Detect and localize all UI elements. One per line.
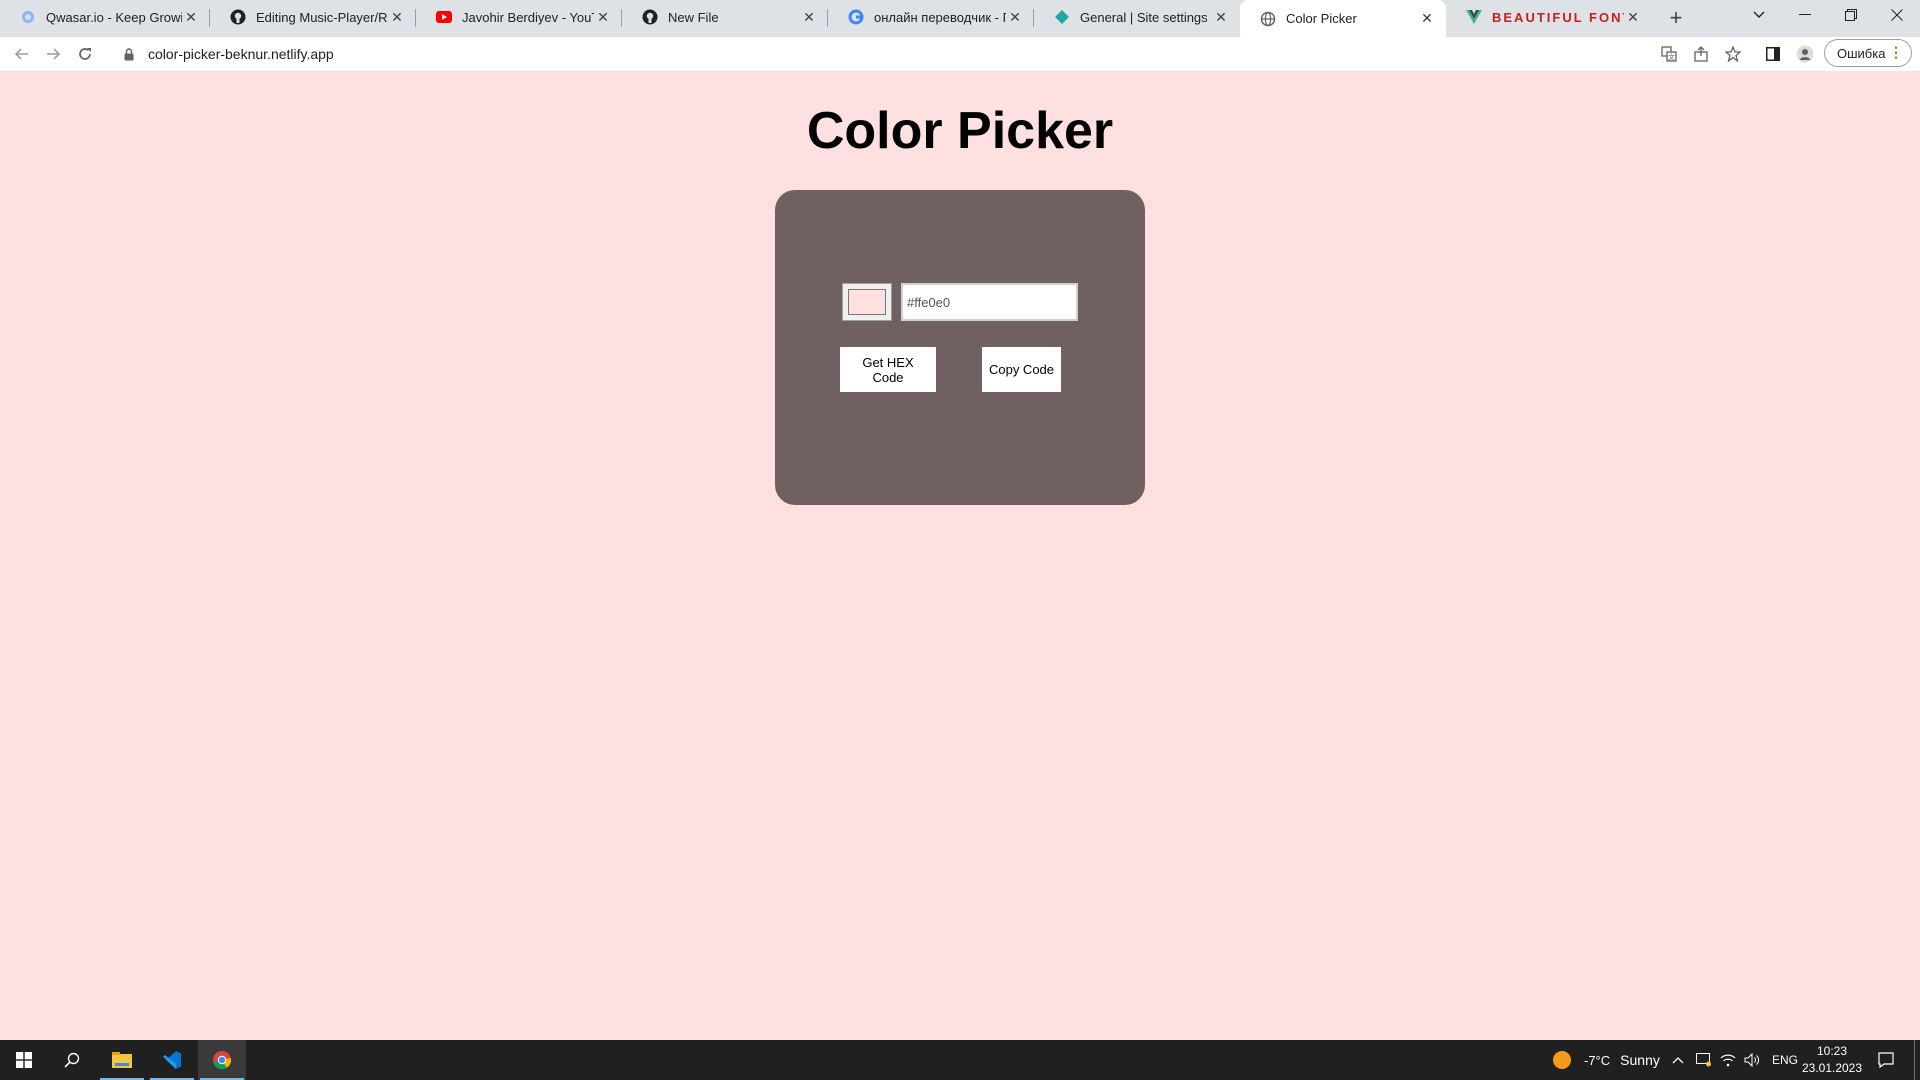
tab-color-picker[interactable]: Color Picker ✕ [1240, 0, 1446, 37]
close-icon[interactable]: ✕ [1006, 9, 1024, 26]
taskbar: -7°C Sunny ENG 10:23 23.01.2023 [0, 1040, 1920, 1080]
new-tab-button[interactable]: + [1662, 4, 1690, 32]
folder-icon [112, 1052, 132, 1068]
file-explorer-button[interactable] [98, 1040, 146, 1080]
copy-code-button[interactable]: Copy Code [982, 347, 1061, 392]
search-icon [64, 1052, 80, 1068]
reload-icon [79, 48, 91, 60]
restore-button[interactable] [1828, 0, 1874, 30]
arrow-right-icon [47, 48, 61, 60]
wifi-icon[interactable] [1720, 1040, 1736, 1080]
vscode-button[interactable] [148, 1040, 196, 1080]
github-icon [230, 9, 246, 25]
color-swatch [848, 289, 886, 315]
side-panel-icon[interactable] [1762, 43, 1784, 65]
tab-title: Color Picker [1286, 11, 1357, 26]
meet-now-icon[interactable] [1696, 1040, 1712, 1080]
minimize-icon [1799, 14, 1811, 15]
globe-icon [1260, 11, 1276, 27]
forward-button[interactable] [41, 42, 65, 66]
tab-beautiful-fonts[interactable]: BEAUTIFUL FONTS ✕ [1446, 0, 1652, 34]
weather-widget[interactable]: -7°C Sunny [1552, 1040, 1660, 1080]
volume-icon[interactable] [1744, 1040, 1760, 1080]
translate-icon[interactable]: 文 [1658, 43, 1680, 65]
more-vert-icon: ⋮ [1889, 44, 1903, 60]
close-window-button[interactable] [1874, 0, 1920, 30]
clock-time: 10:23 [1816, 1044, 1848, 1058]
start-button[interactable] [0, 1040, 48, 1080]
windows-icon [16, 1052, 32, 1068]
input-language[interactable]: ENG [1772, 1040, 1798, 1080]
back-button[interactable] [10, 42, 34, 66]
tab-title: BEAUTIFUL FONTS [1492, 9, 1624, 25]
share-icon[interactable] [1690, 43, 1712, 65]
search-button[interactable] [48, 1040, 96, 1080]
url-text: color-picker-beknur.netlify.app [148, 46, 334, 62]
tab-strip: Qwasar.io - Keep Growing ✕ Editing Music… [0, 0, 1920, 37]
close-icon[interactable]: ✕ [1624, 9, 1642, 26]
arrow-left-icon [14, 48, 28, 60]
profile-error-label: Ошибка [1837, 45, 1886, 61]
tab-search-button[interactable] [1736, 0, 1782, 30]
close-icon[interactable]: ✕ [1418, 10, 1436, 27]
chrome-icon [213, 1051, 232, 1070]
tab-title: General | Site settings [1080, 9, 1208, 25]
youtube-icon [436, 9, 452, 25]
tab-qwasar[interactable]: Qwasar.io - Keep Growing ✕ [0, 0, 210, 34]
close-icon[interactable]: ✕ [800, 9, 818, 26]
tab-youtube[interactable]: Javohir Berdiyev - YouTube ✕ [416, 0, 622, 34]
reload-button[interactable] [73, 42, 97, 66]
chevron-up-icon [1672, 1057, 1684, 1064]
close-icon[interactable]: ✕ [594, 9, 612, 26]
tab-github-editing[interactable]: Editing Music-Player/README ✕ [210, 0, 416, 34]
sun-icon [1553, 1051, 1571, 1069]
chevron-down-icon [1753, 11, 1765, 18]
tab-title: Qwasar.io - Keep Growing [46, 9, 182, 25]
avatar-icon[interactable] [1794, 43, 1816, 65]
chrome-button[interactable] [198, 1040, 246, 1080]
google-icon [848, 9, 864, 25]
notification-button[interactable] [1878, 1040, 1894, 1080]
tab-site-settings[interactable]: General | Site settings ✕ [1034, 0, 1240, 34]
netlify-icon [1054, 9, 1070, 25]
svg-text:文: 文 [1668, 53, 1675, 62]
github-icon [642, 9, 658, 25]
clock-date: 23.01.2023 [1801, 1061, 1863, 1075]
tab-title: Editing Music-Player/README [256, 9, 388, 25]
star-icon[interactable] [1722, 43, 1744, 65]
hex-code-input[interactable] [901, 283, 1078, 321]
show-desktop-button[interactable] [1914, 1040, 1915, 1080]
browser-toolbar: color-picker-beknur.netlify.app 文 [0, 37, 1920, 72]
tab-title: Javohir Berdiyev - YouTube [462, 9, 594, 25]
notification-icon [1878, 1052, 1894, 1068]
page-title: Color Picker [806, 102, 1114, 160]
get-hex-code-button[interactable]: Get HEX Code [840, 347, 936, 392]
show-hidden-icons-button[interactable] [1672, 1040, 1684, 1080]
tab-title: онлайн переводчик - Поиск [874, 9, 1006, 25]
tab-new-file[interactable]: New File ✕ [622, 0, 828, 34]
vscode-icon [163, 1051, 181, 1069]
lock-icon [122, 47, 136, 61]
restore-icon [1845, 9, 1857, 21]
page-content: Color Picker Get HEX Code Copy Code [0, 71, 1920, 1040]
vue-icon [1466, 9, 1482, 25]
color-input[interactable] [842, 283, 892, 321]
close-icon[interactable]: ✕ [182, 9, 200, 26]
minimize-button[interactable] [1782, 0, 1828, 30]
close-icon [1891, 9, 1903, 21]
weather-temp: -7°C [1584, 1052, 1611, 1068]
address-bar[interactable]: color-picker-beknur.netlify.app [108, 40, 1678, 68]
qwasar-icon [20, 9, 36, 25]
weather-desc: Sunny [1620, 1052, 1660, 1068]
color-picker-card: Get HEX Code Copy Code [775, 190, 1145, 505]
profile-error-button[interactable]: Ошибка ⋮ [1824, 39, 1912, 67]
close-icon[interactable]: ✕ [388, 9, 406, 26]
close-icon[interactable]: ✕ [1212, 9, 1230, 26]
clock[interactable]: 10:23 23.01.2023 [1796, 1043, 1868, 1077]
tab-google-search[interactable]: онлайн переводчик - Поиск ✕ [828, 0, 1034, 34]
tab-title: New File [668, 9, 719, 25]
